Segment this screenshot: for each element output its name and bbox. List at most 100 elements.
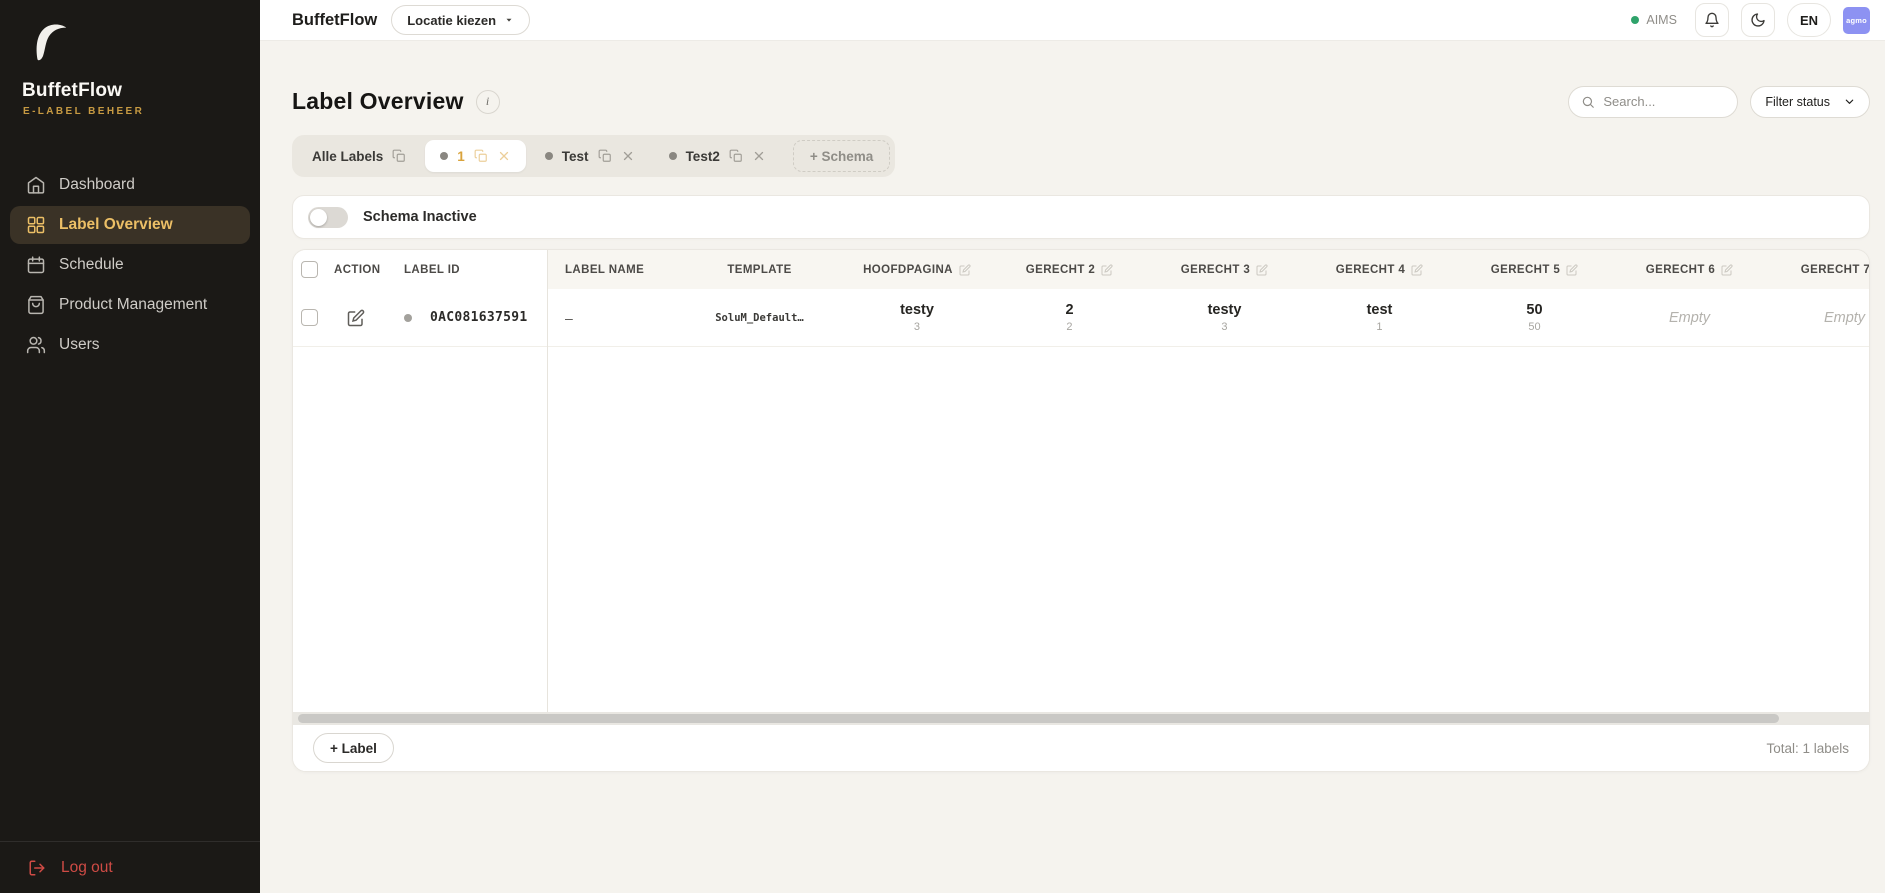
gerecht5-cell[interactable]: 50 50 [1526,302,1542,333]
calendar-icon [26,255,46,275]
sidebar-item-product-management[interactable]: Product Management [10,286,250,324]
logout-button[interactable]: Log out [0,841,260,893]
brand-name: BuffetFlow [22,80,122,102]
column-header-gerecht-7: GERECHT 7 [1801,264,1869,276]
tab-status-dot-icon [440,152,448,160]
label-status-dot-icon [404,314,412,322]
edit-column-icon[interactable] [1411,264,1423,276]
cell-main-value: test [1367,302,1393,318]
moon-icon [1750,12,1766,28]
home-icon [26,175,46,195]
label-id-value: 0AC081637591 [430,310,528,325]
tab-label: Test2 [686,149,720,164]
column-header-gerecht-5: GERECHT 5 [1491,264,1560,276]
copy-icon[interactable] [392,149,406,163]
column-header-hoofdpagina: HOOFDPAGINA [863,264,953,276]
chevron-down-icon [1844,96,1855,107]
cell-main-value: 50 [1526,302,1542,318]
edit-row-icon[interactable] [347,309,365,327]
gerecht2-cell[interactable]: 2 2 [1065,302,1073,333]
sidebar-nav: Dashboard Label Overview Schedule Produc… [0,164,260,366]
filter-status-label: Filter status [1765,95,1830,109]
sidebar-item-dashboard[interactable]: Dashboard [10,166,250,204]
column-header-template: TEMPLATE [727,264,791,276]
schema-toggle-switch[interactable] [308,207,348,228]
column-header-gerecht-3: GERECHT 3 [1181,264,1250,276]
gerecht3-cell[interactable]: testy 3 [1208,302,1242,333]
info-button[interactable]: i [476,90,500,114]
toggle-knob [310,209,327,226]
notifications-button[interactable] [1695,3,1729,37]
vendor-logo-badge[interactable]: agmo [1843,7,1870,34]
sidebar-item-users[interactable]: Users [10,326,250,364]
tab-schema-test2[interactable]: Test2 [654,140,781,172]
edit-column-icon[interactable] [1256,264,1268,276]
cell-sub-value: 2 [1066,321,1072,333]
edit-column-icon[interactable] [1566,264,1578,276]
cell-main-value: testy [1208,302,1242,318]
close-icon[interactable] [621,149,635,163]
bell-icon [1704,12,1720,28]
total-labels-count: Total: 1 labels [1766,741,1849,756]
language-button[interactable]: EN [1787,3,1831,37]
sidebar-item-schedule[interactable]: Schedule [10,246,250,284]
row-checkbox[interactable] [301,309,318,326]
add-label-button[interactable]: + Label [313,733,394,763]
brand-tagline: E-LABEL BEHEER [23,106,144,117]
search-box [1568,86,1738,118]
aims-status: AIMS [1631,13,1677,27]
brand-logo-icon [25,18,71,66]
column-header-gerecht-2: GERECHT 2 [1026,264,1095,276]
gerecht7-cell[interactable]: Empty [1824,310,1865,326]
edit-column-icon[interactable] [1721,264,1733,276]
column-header-action: ACTION [334,264,380,276]
add-schema-button[interactable]: + Schema [793,140,890,172]
tab-label: 1 [457,149,465,164]
close-icon[interactable] [497,149,511,163]
topbar: BuffetFlow Locatie kiezen AIMS EN agmo [260,0,1885,41]
sidebar-item-label: Product Management [59,296,207,314]
search-input[interactable] [1603,94,1725,109]
edit-column-icon[interactable] [1101,264,1113,276]
tab-label: Test [562,149,589,164]
cell-main-value: 2 [1065,302,1073,318]
column-header-label-name: LABEL NAME [565,264,644,276]
gerecht4-cell[interactable]: test 1 [1367,302,1393,333]
dark-mode-toggle-button[interactable] [1741,3,1775,37]
tab-schema-test[interactable]: Test [530,140,650,172]
topbar-actions: AIMS EN agmo [1631,3,1870,37]
copy-icon[interactable] [474,149,488,163]
title-row: Label Overview i Filter status [292,85,1870,118]
tab-status-dot-icon [545,152,553,160]
app-title: BuffetFlow [292,11,377,30]
filter-status-select[interactable]: Filter status [1750,86,1870,118]
cell-sub-value: 3 [914,321,920,333]
schema-toggle-card: Schema Inactive [292,195,1870,239]
tab-schema-1[interactable]: 1 [425,140,526,172]
label-tabs: Alle Labels 1 Test Test2 [292,135,895,177]
select-all-checkbox[interactable] [301,261,318,278]
column-header-gerecht-6: GERECHT 6 [1646,264,1715,276]
logout-icon [28,859,46,877]
location-picker-button[interactable]: Locatie kiezen [391,5,530,35]
table-row[interactable]: 0AC081637591 – SoluM_Default… testy 3 2 [293,289,1869,347]
scrollbar-thumb[interactable] [298,714,1779,723]
copy-icon[interactable] [729,149,743,163]
copy-icon[interactable] [598,149,612,163]
users-icon [26,335,46,355]
schema-toggle-label: Schema Inactive [363,209,477,225]
grid-icon [26,215,46,235]
gerecht6-cell[interactable]: Empty [1669,310,1710,326]
hoofdpagina-cell[interactable]: testy 3 [900,302,934,333]
caret-down-icon [504,15,514,25]
sidebar-item-label-overview[interactable]: Label Overview [10,206,250,244]
edit-column-icon[interactable] [959,264,971,276]
tab-alle-labels[interactable]: Alle Labels [297,140,421,172]
horizontal-scrollbar[interactable] [293,712,1869,725]
sidebar: BuffetFlow E-LABEL BEHEER Dashboard Labe… [0,0,260,893]
table-header-sticky-left: ACTION LABEL ID [293,250,547,289]
tabs-row: Alle Labels 1 Test Test2 [292,118,1870,177]
column-header-gerecht-4: GERECHT 4 [1336,264,1405,276]
sidebar-item-label: Label Overview [59,216,173,234]
close-icon[interactable] [752,149,766,163]
